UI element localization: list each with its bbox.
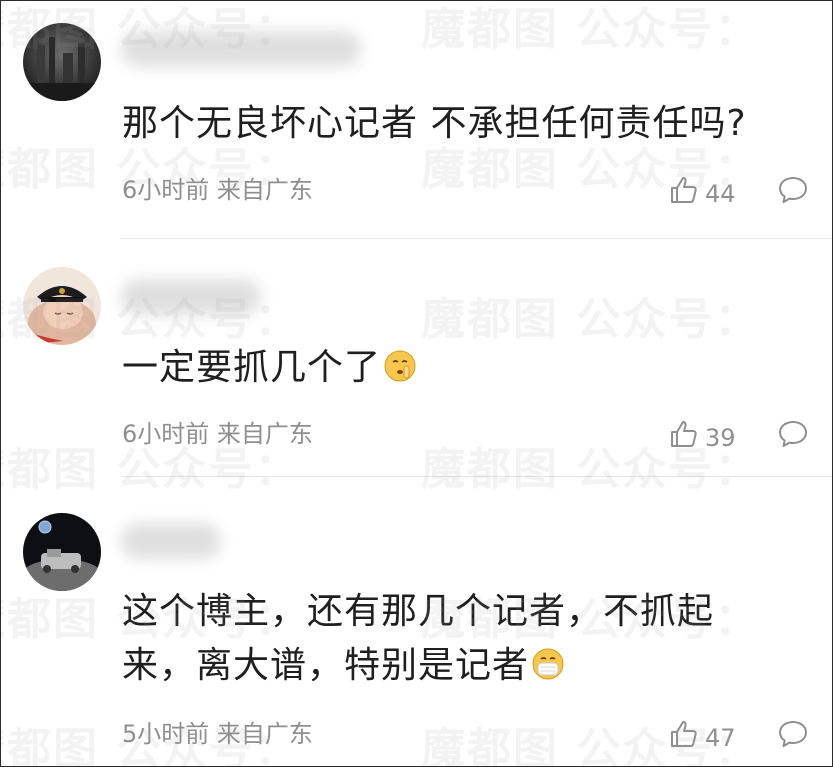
comment-bubble-icon bbox=[777, 177, 809, 209]
like-count: 39 bbox=[705, 423, 736, 452]
reply-button[interactable] bbox=[777, 719, 809, 749]
thumbs-up-icon bbox=[669, 719, 699, 756]
comment-text-line-2: 来，离大谱，特别是记者 bbox=[122, 639, 794, 693]
comment-text: 一定要抓几个了 bbox=[122, 341, 794, 395]
comment-time: 6小时前 bbox=[122, 420, 210, 448]
like-button[interactable]: 39 bbox=[669, 419, 736, 456]
comment-text-line: 这个博主，还有那几个记者，不抓起 bbox=[122, 591, 715, 632]
username-blurred[interactable] bbox=[121, 31, 361, 67]
username-blurred[interactable] bbox=[121, 523, 221, 559]
comment-text-content: 来，离大谱，特别是记者 bbox=[122, 645, 530, 686]
comment-text-content: 一定要抓几个了 bbox=[122, 347, 382, 388]
comment-location: 来自广东 bbox=[216, 720, 313, 748]
thumbs-up-icon bbox=[669, 175, 699, 212]
thumbs-up-icon bbox=[669, 419, 699, 456]
comment-text: 那个无良坏心记者 不承担任何责任吗? bbox=[122, 103, 747, 144]
comment-meta: 6小时前 来自广东 bbox=[122, 419, 313, 449]
comment-item: 这个博主，还有那几个记者，不抓起 来，离大谱，特别是记者 5小时前 来自广东 4… bbox=[1, 477, 832, 766]
like-count: 47 bbox=[705, 723, 736, 752]
avatar[interactable] bbox=[23, 267, 101, 345]
reply-button[interactable] bbox=[777, 419, 809, 449]
comment-list: 那个无良坏心记者 不承担任何责任吗? 6小时前 来自广东 44 一定要抓几个了 … bbox=[0, 0, 833, 767]
username-blurred[interactable] bbox=[121, 279, 261, 315]
like-button[interactable]: 47 bbox=[669, 719, 736, 756]
comment-bubble-icon bbox=[777, 421, 809, 453]
mask-face-emoji bbox=[531, 643, 565, 680]
avatar[interactable] bbox=[23, 23, 101, 101]
comment-location: 来自广东 bbox=[216, 176, 313, 204]
comment-meta: 5小时前 来自广东 bbox=[122, 719, 313, 749]
like-count: 44 bbox=[705, 179, 736, 208]
comment-item: 一定要抓几个了 6小时前 来自广东 39 bbox=[1, 239, 832, 477]
comment-time: 6小时前 bbox=[122, 176, 210, 204]
comment-text: 这个博主，还有那几个记者，不抓起 来，离大谱，特别是记者 bbox=[122, 585, 794, 693]
shushing-face-emoji bbox=[383, 345, 417, 382]
comment-time: 5小时前 bbox=[122, 720, 210, 748]
comment-location: 来自广东 bbox=[216, 420, 313, 448]
reply-button[interactable] bbox=[777, 175, 809, 205]
comment-bubble-icon bbox=[777, 721, 809, 753]
like-button[interactable]: 44 bbox=[669, 175, 736, 212]
avatar[interactable] bbox=[23, 513, 101, 591]
comment-item: 那个无良坏心记者 不承担任何责任吗? 6小时前 来自广东 44 bbox=[1, 1, 832, 239]
comment-meta: 6小时前 来自广东 bbox=[122, 175, 313, 205]
